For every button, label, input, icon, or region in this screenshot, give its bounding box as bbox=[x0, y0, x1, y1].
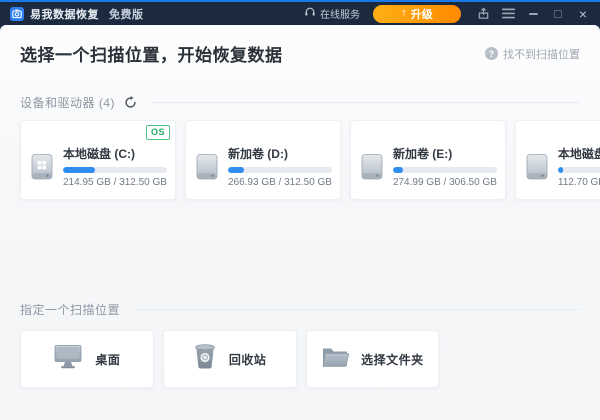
drive-card-d[interactable]: 新加卷 (D:) 266.93 GB / 312.50 GB bbox=[184, 120, 341, 200]
drive-info: 本地磁盘 (C:) 214.95 GB / 312.50 GB bbox=[63, 145, 167, 188]
minimize-button[interactable] bbox=[524, 5, 542, 23]
refresh-icon[interactable] bbox=[124, 96, 137, 109]
drive-card-f[interactable]: SSD 本地磁盘 (F:) 112.70 GB / 118.82 GB bbox=[514, 120, 600, 200]
app-title: 易我数据恢复 bbox=[30, 8, 99, 21]
share-icon[interactable] bbox=[474, 5, 492, 23]
capacity-bar bbox=[557, 167, 600, 173]
app-window: 易我数据恢复 免费版 在线服务 ↑ 升级 × 选择一个扫描位置，开始恢复数据 ?… bbox=[0, 0, 600, 420]
drive-body: 新加卷 (E:) 274.99 GB / 306.50 GB bbox=[351, 121, 505, 188]
os-badge: OS bbox=[145, 125, 170, 140]
hard-drive-icon bbox=[359, 153, 385, 181]
section-divider bbox=[151, 102, 580, 103]
hard-drive-icon bbox=[524, 153, 550, 181]
menu-icon[interactable] bbox=[499, 5, 517, 23]
drive-name: 新加卷 (D:) bbox=[227, 147, 288, 161]
drive-info: 新加卷 (D:) 266.93 GB / 312.50 GB bbox=[227, 145, 332, 188]
titlebar-right: 在线服务 ↑ 升级 × bbox=[304, 4, 592, 23]
capacity-bar-fill bbox=[227, 167, 244, 173]
recycle-bin-icon bbox=[193, 343, 217, 375]
capacity-bar-fill bbox=[392, 167, 404, 173]
capacity-bar-fill bbox=[63, 167, 96, 173]
help-link-label: 找不到扫描位置 bbox=[503, 48, 580, 61]
online-service-button[interactable]: 在线服务 bbox=[304, 6, 360, 21]
capacity-bar bbox=[392, 167, 497, 173]
system-hard-drive-icon bbox=[29, 153, 55, 181]
drive-card-c[interactable]: OS 本地磁盘 (C:) 214.95 GB / 312.50 GB bbox=[20, 120, 176, 200]
location-label: 回收站 bbox=[228, 352, 267, 367]
drive-capacity: 266.93 GB / 312.50 GB bbox=[227, 177, 332, 188]
capacity-bar-fill bbox=[557, 167, 564, 173]
drives-section-label: 设备和驱动器 (4) bbox=[20, 96, 116, 110]
maximize-button[interactable] bbox=[549, 5, 567, 23]
drive-capacity: 214.95 GB / 312.50 GB bbox=[63, 177, 167, 188]
app-edition-label: 免费版 bbox=[109, 8, 144, 21]
section-divider bbox=[134, 309, 580, 310]
drive-body: 新加卷 (D:) 266.93 GB / 312.50 GB bbox=[186, 121, 340, 188]
up-arrow-icon: ↑ bbox=[401, 7, 407, 19]
titlebar-left: 易我数据恢复 免费版 bbox=[8, 6, 304, 22]
maximize-icon bbox=[554, 9, 562, 18]
folder-icon bbox=[321, 345, 350, 373]
drive-grid: OS 本地磁盘 (C:) 214.95 GB / 312.50 GB 新加卷 (… bbox=[20, 120, 600, 200]
main-content: 选择一个扫描位置，开始恢复数据 ? 找不到扫描位置 设备和驱动器 (4) OS bbox=[0, 25, 600, 420]
drive-capacity: 274.99 GB / 306.50 GB bbox=[392, 177, 497, 188]
question-icon: ? bbox=[485, 47, 498, 60]
locations-section-header: 指定一个扫描位置 bbox=[20, 301, 580, 318]
drive-body: 本地磁盘 (F:) 112.70 GB / 118.82 GB bbox=[516, 121, 600, 188]
capacity-bar bbox=[63, 167, 167, 173]
drive-name: 本地磁盘 (C:) bbox=[63, 147, 135, 161]
location-card-folder[interactable]: 选择文件夹 bbox=[305, 330, 440, 388]
drive-card-e[interactable]: 新加卷 (E:) 274.99 GB / 306.50 GB bbox=[349, 120, 506, 200]
location-card-recycle-bin[interactable]: 回收站 bbox=[162, 330, 297, 388]
titlebar: 易我数据恢复 免费版 在线服务 ↑ 升级 × bbox=[0, 2, 600, 25]
drive-name: 本地磁盘 (F:) bbox=[557, 147, 600, 161]
capacity-bar bbox=[227, 167, 332, 173]
drive-info: 新加卷 (E:) 274.99 GB / 306.50 GB bbox=[392, 145, 497, 188]
drive-info: 本地磁盘 (F:) 112.70 GB / 118.82 GB bbox=[557, 145, 600, 188]
upgrade-button[interactable]: ↑ 升级 bbox=[373, 4, 461, 23]
desktop-icon bbox=[53, 344, 83, 375]
help-link[interactable]: ? 找不到扫描位置 bbox=[485, 46, 580, 62]
page-header: 选择一个扫描位置，开始恢复数据 ? 找不到扫描位置 bbox=[20, 25, 580, 66]
minimize-icon bbox=[528, 12, 538, 15]
headset-icon bbox=[304, 6, 316, 21]
upgrade-label: 升级 bbox=[410, 8, 433, 21]
drive-capacity: 112.70 GB / 118.82 GB bbox=[557, 177, 600, 188]
location-grid-spacer bbox=[448, 330, 580, 388]
hard-drive-icon bbox=[194, 153, 220, 181]
location-label: 选择文件夹 bbox=[361, 352, 424, 367]
close-icon: × bbox=[578, 5, 588, 22]
location-grid: 桌面 回收站 选择文件夹 bbox=[20, 330, 580, 388]
page-title: 选择一个扫描位置，开始恢复数据 bbox=[20, 46, 283, 65]
drives-section-header: 设备和驱动器 (4) bbox=[20, 94, 580, 111]
online-service-label: 在线服务 bbox=[320, 10, 360, 21]
locations-section-label: 指定一个扫描位置 bbox=[20, 303, 121, 317]
location-label: 桌面 bbox=[95, 352, 121, 367]
app-logo-icon bbox=[10, 6, 24, 21]
location-card-desktop[interactable]: 桌面 bbox=[20, 330, 154, 388]
close-button[interactable]: × bbox=[574, 5, 592, 23]
drive-name: 新加卷 (E:) bbox=[392, 147, 453, 161]
